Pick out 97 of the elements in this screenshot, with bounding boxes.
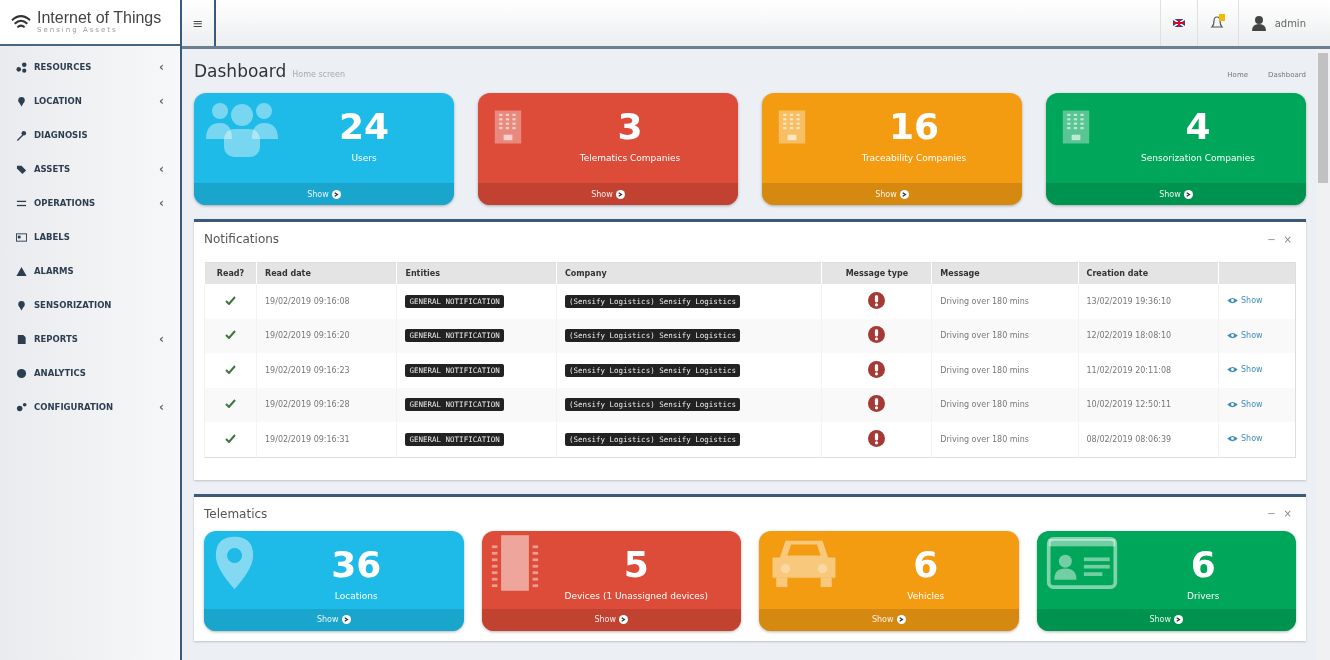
- flag-icon[interactable]: [1172, 19, 1185, 27]
- show-link[interactable]: Show: [1227, 330, 1263, 340]
- table-cell: 12/02/2019 18:08:10: [1086, 331, 1172, 341]
- sidebar-item[interactable]: REPORTS ‹: [0, 322, 180, 356]
- eye-icon: [1227, 366, 1238, 374]
- show-link[interactable]: Show: [481, 608, 741, 631]
- table-cell: 19/02/2019 09:16:31: [265, 434, 350, 444]
- stat-label: Vehicles: [907, 590, 945, 601]
- stat-value: 6: [1190, 544, 1216, 585]
- alert-icon: [868, 326, 886, 344]
- column-header: Creation date: [1078, 262, 1219, 284]
- show-link[interactable]: Show: [1046, 183, 1306, 205]
- table-cell: 19/02/2019 09:16:28: [265, 400, 350, 410]
- show-link[interactable]: Show: [194, 183, 454, 205]
- arrow-circle-icon: [1174, 615, 1184, 624]
- show-link[interactable]: Show: [478, 183, 738, 205]
- table-cell: 10/02/2019 12:50:11: [1086, 400, 1172, 410]
- stat-value: 36: [331, 544, 382, 585]
- stat-label: Users: [351, 153, 377, 163]
- user-icon: [1250, 15, 1267, 31]
- alert-icon: [868, 360, 886, 378]
- alert-icon: [868, 395, 886, 413]
- sidebar-item[interactable]: CONFIGURATION ‹: [0, 390, 180, 424]
- stat-label: Sensorization Companies: [1141, 153, 1255, 163]
- show-link[interactable]: Show: [1227, 399, 1263, 409]
- table-cell: 08/02/2019 08:06:39: [1086, 434, 1172, 444]
- panel-tool-button[interactable]: −: [1263, 233, 1280, 245]
- show-link[interactable]: Show: [1227, 434, 1263, 444]
- stat-value: 3: [617, 107, 643, 147]
- table-cell: Driving over 180 mins: [940, 365, 1030, 375]
- show-link[interactable]: Show: [1227, 365, 1263, 375]
- sidebar-item[interactable]: ANALYTICS: [0, 356, 180, 390]
- alert-icon: [868, 291, 886, 309]
- table-cell: 11/02/2019 20:11:08: [1086, 365, 1172, 375]
- panel-tool-button[interactable]: ×: [1279, 508, 1296, 519]
- panel-title: Notifications: [204, 232, 280, 246]
- stat-value: 24: [338, 107, 390, 147]
- sidebar-item[interactable]: LABELS: [0, 220, 180, 254]
- panel-tool-button[interactable]: −: [1263, 508, 1280, 519]
- column-header: Read?: [204, 262, 257, 284]
- sidebar-item[interactable]: SENSORIZATION: [0, 288, 180, 322]
- stat-icon: [1044, 534, 1119, 591]
- table-cell: Driving over 180 mins: [940, 331, 1030, 341]
- sidebar-item[interactable]: ASSETS ‹: [0, 152, 180, 186]
- scrollbar-thumb[interactable]: [1318, 53, 1328, 183]
- stat-value: 16: [888, 107, 940, 147]
- show-link[interactable]: Show: [1036, 608, 1296, 631]
- eye-icon: [1227, 297, 1238, 305]
- column-header: Message: [931, 262, 1078, 284]
- sidebar-item[interactable]: LOCATION ‹: [0, 84, 180, 118]
- table-cell: Driving over 180 mins: [940, 434, 1030, 444]
- panel-tool-button[interactable]: ×: [1279, 233, 1296, 245]
- stat-value: 5: [623, 544, 649, 585]
- arrow-circle-icon: [341, 615, 351, 624]
- wifi-icon: [10, 13, 32, 31]
- show-link[interactable]: Show: [762, 183, 1022, 205]
- show-link[interactable]: Show: [759, 608, 1019, 631]
- arrow-circle-icon: [331, 189, 341, 199]
- sidebar-item[interactable]: RESOURCES ‹: [0, 50, 180, 84]
- eye-icon: [1227, 400, 1238, 408]
- stat-label: Drivers: [1187, 590, 1220, 601]
- menu-button[interactable]: ≡: [182, 0, 216, 46]
- stat-value: 6: [913, 544, 939, 585]
- column-header: Read date: [256, 262, 397, 284]
- stat-label: Telematics Companies: [579, 153, 681, 163]
- table-cell: Driving over 180 mins: [940, 296, 1030, 306]
- user-menu[interactable]: admin: [1237, 0, 1318, 46]
- arrow-circle-icon: [899, 189, 909, 199]
- arrow-circle-icon: [615, 189, 625, 199]
- table-cell: 13/02/2019 19:36:10: [1086, 296, 1172, 306]
- column-header: Company: [556, 262, 822, 284]
- eye-icon: [1227, 331, 1238, 339]
- table-cell: 19/02/2019 09:16:23: [265, 365, 350, 375]
- sidebar-item[interactable]: DIAGNOSIS: [0, 118, 180, 152]
- stat-label: Locations: [334, 590, 378, 601]
- stat-icon: [489, 534, 540, 591]
- logo-title: Internet of Things: [37, 10, 162, 26]
- table-cell: Driving over 180 mins: [940, 400, 1030, 410]
- sidebar-item[interactable]: ALARMS: [0, 254, 180, 288]
- stat-label: Traceability Companies: [861, 153, 967, 163]
- table-cell: 19/02/2019 09:16:20: [265, 331, 350, 341]
- table-cell: 19/02/2019 09:16:08: [265, 296, 350, 306]
- alert-icon: [868, 429, 886, 447]
- stat-value: 4: [1185, 107, 1211, 147]
- eye-icon: [1227, 435, 1238, 443]
- show-link[interactable]: Show: [204, 608, 464, 631]
- arrow-circle-icon: [1183, 189, 1193, 199]
- column-header: Entities: [396, 262, 557, 284]
- page-subtitle: Home screen: [292, 69, 345, 81]
- page-title: Dashboard: [194, 60, 287, 83]
- sidebar-item[interactable]: OPERATIONS ‹: [0, 186, 180, 220]
- arrow-circle-icon: [896, 615, 906, 624]
- arrow-circle-icon: [619, 615, 629, 624]
- column-header: Message type: [821, 262, 932, 284]
- show-link[interactable]: Show: [1227, 296, 1263, 306]
- panel-title: Telematics: [204, 506, 268, 521]
- stat-label: Devices (1 Unassigned devices): [564, 590, 708, 601]
